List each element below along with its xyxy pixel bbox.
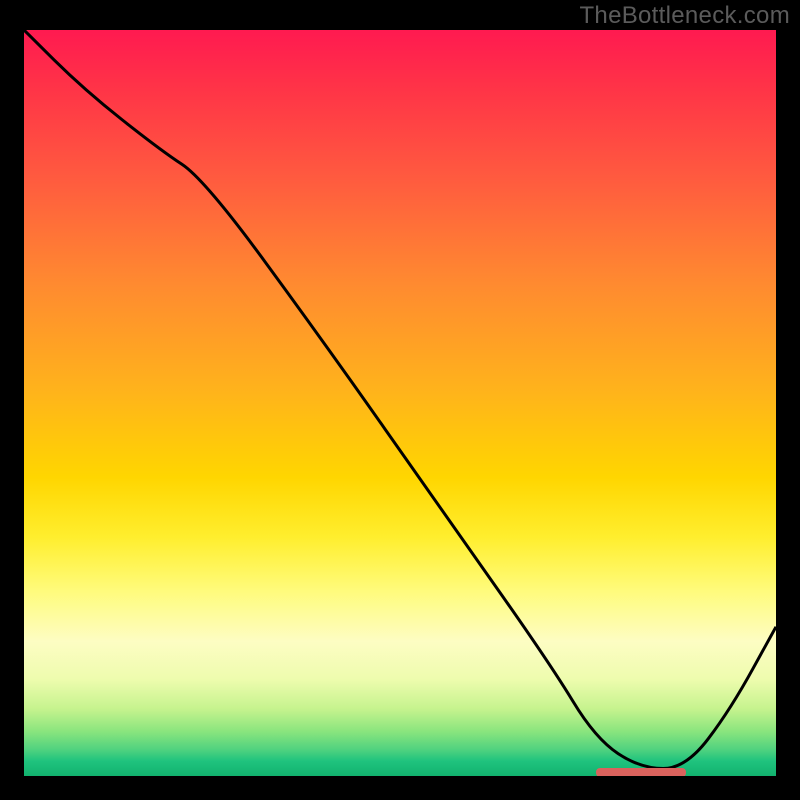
optimal-range-indicator <box>596 768 686 776</box>
plot-area <box>24 30 776 776</box>
chart-frame: TheBottleneck.com <box>0 0 800 800</box>
bottleneck-curve <box>24 30 776 769</box>
curve-layer <box>24 30 776 776</box>
watermark-text: TheBottleneck.com <box>579 2 790 30</box>
